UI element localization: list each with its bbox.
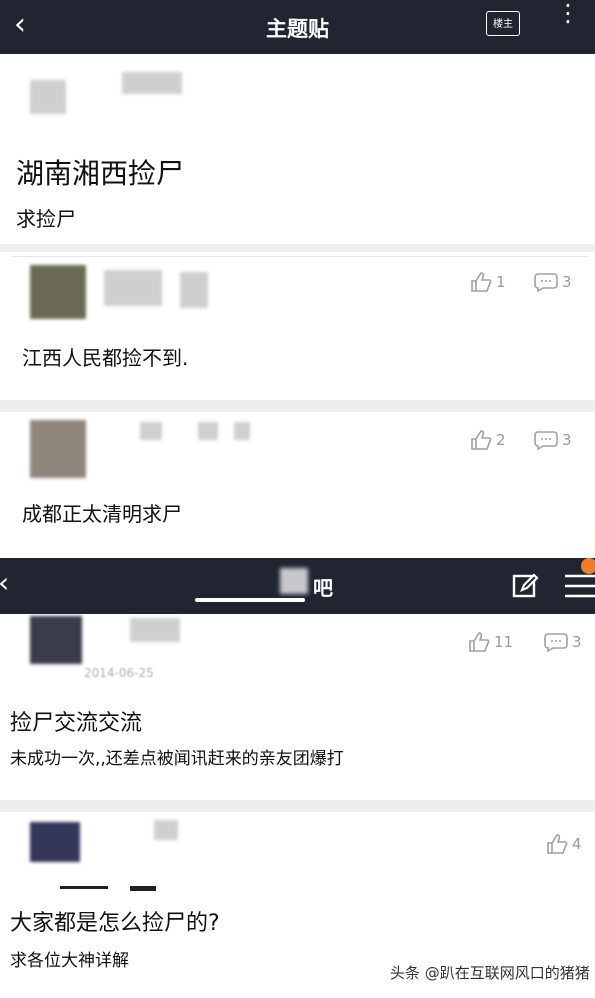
back-icon[interactable]: ‹ — [0, 566, 9, 599]
username-blur — [234, 422, 250, 440]
comment-icon — [534, 273, 558, 292]
avatar[interactable] — [30, 420, 86, 478]
divider — [12, 256, 587, 257]
divider — [0, 400, 595, 412]
comment-count-label: 3 — [562, 431, 572, 449]
avatar[interactable] — [30, 822, 80, 862]
thread-title[interactable]: 大家都是怎么捡尸的? — [10, 905, 220, 937]
forum-name: 吧 — [313, 576, 333, 600]
like-count-label: 2 — [496, 431, 506, 449]
notification-badge — [581, 558, 595, 574]
avatar[interactable] — [30, 265, 86, 319]
thread-subtitle: 未成功一次,,还差点被闻讯赶来的亲友团爆打 — [10, 749, 344, 769]
like-count[interactable]: 4 — [546, 834, 582, 854]
post-body: 求捡尸 — [16, 207, 76, 231]
thread-date: 2014-06-25 — [84, 666, 154, 680]
like-count[interactable]: 11 — [468, 632, 513, 652]
username-blur — [130, 618, 180, 642]
username-underline — [130, 886, 156, 891]
comment-icon — [544, 633, 568, 652]
comment-icon — [534, 431, 558, 450]
username-blur — [198, 422, 218, 440]
more-icon[interactable]: ⋮ — [556, 1, 580, 25]
swipe-bar — [195, 598, 305, 602]
username-underline — [60, 886, 108, 889]
watermark: 头条 @趴在互联网风口的猪猪 — [390, 964, 590, 982]
post-title: 湖南湘西捡尸 — [16, 157, 185, 190]
comment-count[interactable]: 3 — [544, 632, 582, 652]
username-blur — [140, 422, 162, 440]
divider — [0, 800, 595, 812]
edit-icon[interactable] — [512, 572, 540, 600]
reply-text: 江西人民都捡不到. — [22, 346, 189, 370]
top-bar: ‹ 主题贴 楼主 ⋮ — [0, 0, 595, 54]
thumbs-up-icon — [471, 430, 492, 450]
menu-icon[interactable] — [565, 574, 595, 598]
like-count-label: 1 — [496, 273, 506, 291]
like-count[interactable]: 1 — [470, 272, 506, 292]
thread-subtitle: 求各位大神详解 — [10, 951, 129, 971]
like-count-label: 4 — [572, 835, 582, 853]
like-count-label: 11 — [494, 633, 514, 651]
reply-text: 成都正太清明求尸 — [22, 502, 182, 526]
username-blur — [122, 72, 182, 94]
comment-count[interactable]: 3 — [534, 272, 572, 292]
comment-count-label: 3 — [562, 273, 572, 291]
username-blur — [180, 272, 208, 308]
forum-bar: ‹ 吧 — [0, 558, 595, 614]
like-count[interactable]: 2 — [470, 430, 506, 450]
comment-count-label: 3 — [572, 633, 582, 651]
thumbs-up-icon — [547, 834, 568, 854]
thumbs-up-icon — [469, 632, 490, 652]
owner-only-button[interactable]: 楼主 — [486, 11, 520, 36]
username-blur — [154, 820, 178, 840]
thumbs-up-icon — [471, 272, 492, 292]
avatar[interactable] — [30, 80, 66, 114]
username-blur — [104, 270, 162, 306]
comment-count[interactable]: 3 — [534, 430, 572, 450]
forum-name-blur — [280, 568, 308, 594]
divider — [0, 244, 595, 252]
thread-title[interactable]: 捡尸交流交流 — [10, 705, 142, 737]
avatar[interactable] — [30, 616, 82, 664]
